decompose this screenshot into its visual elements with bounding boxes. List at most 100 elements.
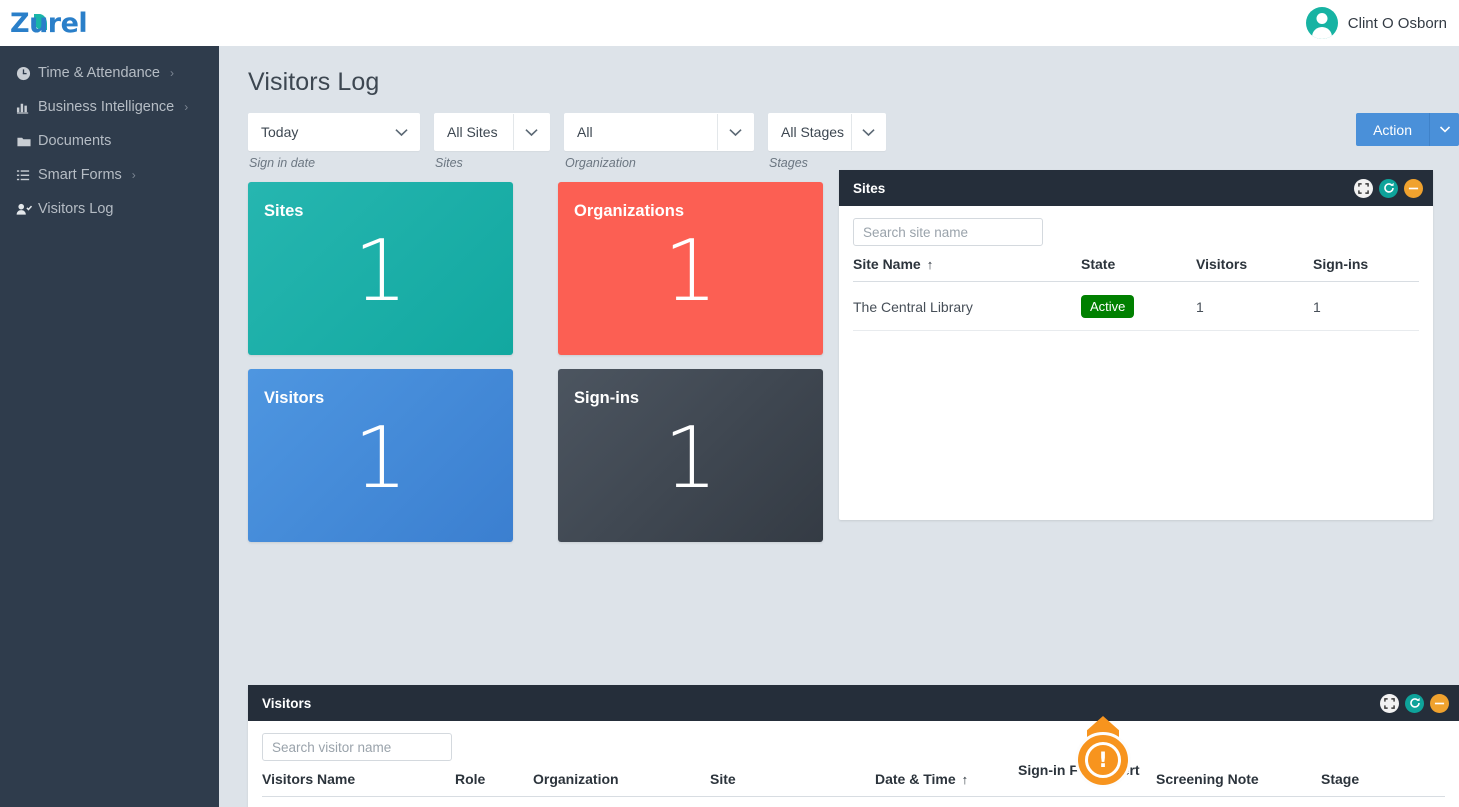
sites-sublabel: Sites xyxy=(435,156,463,170)
cell-signins: 1 xyxy=(1313,281,1419,331)
sites-select[interactable]: All Sites xyxy=(434,113,550,151)
stat-card-signins[interactable]: Sign-ins 1 xyxy=(558,369,823,542)
table-row[interactable]: Faya Cage Northern Electric The Central … xyxy=(262,796,1445,807)
sidebar-item-smart-forms[interactable]: Smart Forms › xyxy=(0,158,219,192)
sidebar-item-visitors-log[interactable]: Visitors Log xyxy=(0,192,219,226)
sidebar-item-label: Visitors Log xyxy=(38,201,114,217)
stat-card-title: Sign-ins xyxy=(574,389,640,407)
column-state[interactable]: State xyxy=(1081,246,1196,282)
stages-value: All Stages xyxy=(781,124,845,140)
cell-sign-in-form-alert xyxy=(1018,796,1156,807)
stat-card-organizations[interactable]: Organizations 1 xyxy=(558,182,823,355)
chevron-down-icon xyxy=(850,114,885,150)
column-label: Site Name xyxy=(853,256,921,272)
chevron-down-icon xyxy=(717,114,753,150)
page-title: Visitors Log xyxy=(248,68,380,96)
column-label: Role xyxy=(455,771,486,787)
site-search-input[interactable] xyxy=(853,218,1043,246)
chevron-down-icon xyxy=(383,114,419,150)
sites-panel-title: Sites xyxy=(853,180,886,196)
table-header-row: Site Name ↑ State Visitors Sign-ins xyxy=(853,246,1419,282)
column-label: Screening Note xyxy=(1156,771,1259,787)
column-organization[interactable]: Organization xyxy=(533,761,710,797)
action-dropdown-toggle[interactable] xyxy=(1429,113,1459,146)
visitor-search-input[interactable] xyxy=(262,733,452,761)
sites-panel-tools xyxy=(1354,178,1423,198)
refresh-icon[interactable] xyxy=(1405,693,1424,713)
organization-sublabel: Organization xyxy=(565,156,636,170)
column-label: Sign-ins xyxy=(1313,256,1369,272)
stat-card-value: 1 xyxy=(353,222,408,321)
action-button[interactable]: Action xyxy=(1356,113,1429,146)
sign-in-date-sublabel: Sign in date xyxy=(249,156,316,170)
cell-organization: Northern Electric xyxy=(533,796,710,807)
table-row[interactable]: The Central Library Active 1 1 xyxy=(853,281,1419,331)
clock-icon xyxy=(16,66,38,81)
cell-screening-note xyxy=(1156,796,1321,807)
sidebar-item-time-attendance[interactable]: Time & Attendance › xyxy=(0,56,219,90)
column-signins[interactable]: Sign-ins xyxy=(1313,246,1419,282)
column-role[interactable]: Role xyxy=(455,761,533,797)
cell-state: Active xyxy=(1081,281,1196,331)
sidebar-item-label: Time & Attendance xyxy=(38,65,160,81)
sidebar: Time & Attendance › Business Intelligenc… xyxy=(0,46,219,807)
sidebar-item-label: Business Intelligence xyxy=(38,99,175,115)
column-visitors[interactable]: Visitors xyxy=(1196,246,1313,282)
sign-in-date-select[interactable]: Today xyxy=(248,113,420,151)
sites-table: Site Name ↑ State Visitors Sign-ins The C… xyxy=(853,246,1419,331)
cell-date-time: Today 07:36 AM xyxy=(875,796,1018,807)
filter-bar: Today Sign in date All Sites Sites All O… xyxy=(219,97,1459,170)
stat-card-value: 1 xyxy=(353,409,408,508)
help-support-fab[interactable]: ! xyxy=(1075,716,1131,788)
sort-asc-icon: ↑ xyxy=(926,257,934,272)
sort-asc-icon: ↑ xyxy=(961,772,969,787)
expand-icon[interactable] xyxy=(1354,178,1373,198)
cell-stage: Failed xyxy=(1321,796,1445,807)
brand-logo[interactable]: Zurel xyxy=(0,0,219,46)
expand-icon[interactable] xyxy=(1380,693,1399,713)
column-visitors-name[interactable]: Visitors Name xyxy=(262,761,455,797)
minimize-icon[interactable] xyxy=(1404,178,1423,198)
refresh-icon[interactable] xyxy=(1379,178,1398,198)
visitors-panel-title: Visitors xyxy=(262,695,312,711)
stat-cards: Sites 1 Organizations 1 Visitors 1 Sign-… xyxy=(248,182,848,542)
sidebar-item-label: Documents xyxy=(38,133,112,149)
chevron-right-icon: › xyxy=(184,100,189,114)
stat-card-title: Visitors xyxy=(264,389,325,407)
stat-card-visitors[interactable]: Visitors 1 xyxy=(248,369,513,542)
filter-organization: All Organization xyxy=(564,113,754,170)
cell-role xyxy=(455,796,533,807)
organization-select[interactable]: All xyxy=(564,113,754,151)
sites-panel-header: Sites xyxy=(839,170,1433,206)
sites-panel-body: Site Name ↑ State Visitors Sign-ins The C… xyxy=(839,206,1433,520)
stages-sublabel: Stages xyxy=(769,156,808,170)
column-label: Visitors Name xyxy=(262,771,356,787)
sidebar-item-documents[interactable]: Documents xyxy=(0,124,219,158)
column-date-time[interactable]: Date & Time ↑ xyxy=(875,761,1018,797)
bar-chart-icon xyxy=(16,100,38,115)
visitors-panel-header: Visitors xyxy=(248,685,1459,721)
visitors-panel-tools xyxy=(1380,693,1449,713)
sidebar-item-business-intelligence[interactable]: Business Intelligence › xyxy=(0,90,219,124)
folder-icon xyxy=(16,134,38,149)
column-site-name[interactable]: Site Name ↑ xyxy=(853,246,1081,282)
minimize-icon[interactable] xyxy=(1430,693,1449,713)
column-stage[interactable]: Stage xyxy=(1321,761,1445,797)
logo-text: Zurel xyxy=(10,8,88,39)
stat-card-sites[interactable]: Sites 1 xyxy=(248,182,513,355)
fab-circle[interactable]: ! xyxy=(1075,732,1131,788)
sites-value: All Sites xyxy=(447,124,498,140)
stages-select[interactable]: All Stages xyxy=(768,113,886,151)
action-button-group: Action xyxy=(1356,113,1459,146)
main-content: Visitors Log Today Sign in date All Site… xyxy=(219,46,1459,807)
user-menu[interactable]: Clint O Osborn xyxy=(1305,0,1459,46)
column-site[interactable]: Site xyxy=(710,761,875,797)
visitors-panel-body: Visitors Name Role Organization Site Dat… xyxy=(248,721,1459,807)
column-screening-note[interactable]: Screening Note xyxy=(1156,761,1321,797)
content-area: Sites 1 Organizations 1 Visitors 1 Sign-… xyxy=(219,170,1459,807)
visitors-table: Visitors Name Role Organization Site Dat… xyxy=(262,761,1445,807)
exclamation-icon: ! xyxy=(1085,742,1121,778)
filter-sites: All Sites Sites xyxy=(434,113,550,170)
chevron-right-icon: › xyxy=(131,168,136,182)
status-badge: Active xyxy=(1081,295,1135,318)
